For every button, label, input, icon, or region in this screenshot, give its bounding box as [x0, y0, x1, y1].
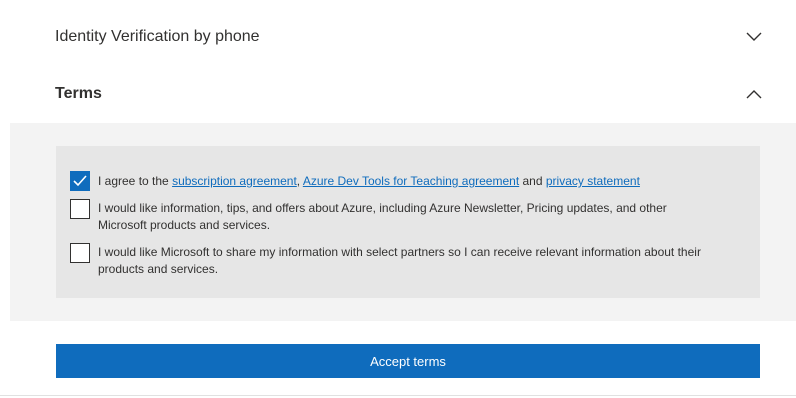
- subscription-agreement-link[interactable]: subscription agreement: [172, 174, 297, 188]
- terms-title: Terms: [55, 85, 102, 102]
- chevron-up-icon[interactable]: [746, 86, 762, 102]
- offers-checkbox[interactable]: [70, 199, 90, 219]
- accept-terms-button[interactable]: Accept terms: [56, 344, 760, 378]
- agree-separator-2: and: [519, 174, 546, 188]
- agree-terms-text: I agree to the subscription agreement, A…: [98, 171, 640, 190]
- privacy-statement-link[interactable]: privacy statement: [546, 174, 640, 188]
- offers-row: I would like information, tips, and offe…: [70, 199, 760, 234]
- terms-box: I agree to the subscription agreement, A…: [56, 146, 760, 298]
- offers-text: I would like information, tips, and offe…: [98, 201, 667, 232]
- terms-section-header[interactable]: Terms: [0, 66, 796, 122]
- identity-verification-section-header[interactable]: Identity Verification by phone: [0, 9, 796, 65]
- checkmark-icon: [73, 175, 87, 187]
- agree-terms-checkbox[interactable]: [70, 171, 90, 191]
- chevron-down-icon[interactable]: [746, 29, 762, 45]
- agree-prefix: I agree to the: [98, 174, 173, 188]
- dev-tools-agreement-link[interactable]: Azure Dev Tools for Teaching agreement: [303, 174, 519, 188]
- share-info-text: I would like Microsoft to share my infor…: [98, 245, 701, 276]
- agree-terms-row: I agree to the subscription agreement, A…: [70, 171, 760, 191]
- share-info-checkbox[interactable]: [70, 243, 90, 263]
- identity-verification-title: Identity Verification by phone: [55, 28, 260, 45]
- share-info-row: I would like Microsoft to share my infor…: [70, 243, 760, 278]
- divider: [0, 395, 796, 396]
